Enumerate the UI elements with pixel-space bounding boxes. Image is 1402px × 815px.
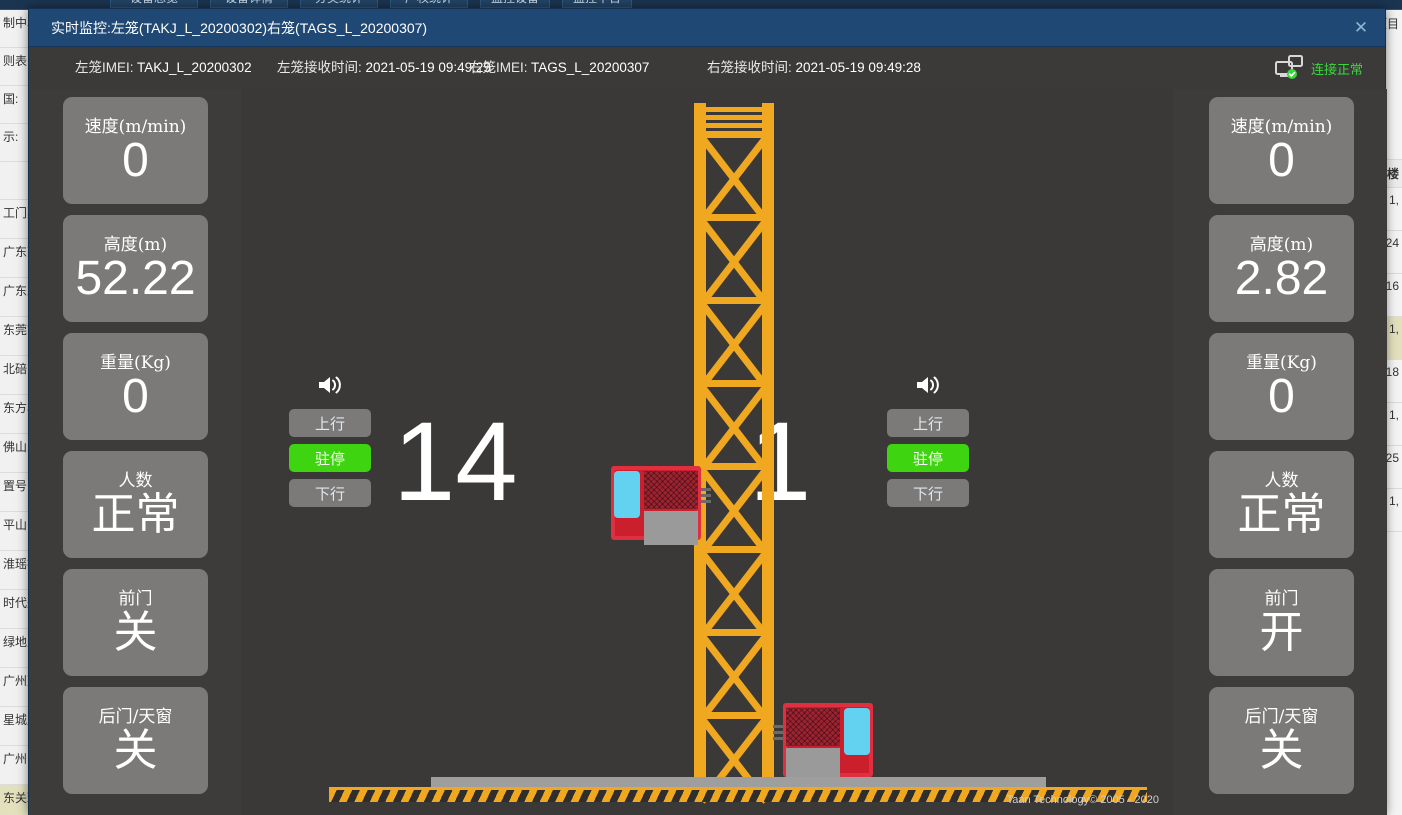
- cage-window: [614, 471, 640, 518]
- right-down-button[interactable]: 下行: [887, 479, 969, 507]
- left-rear-door-card: 后门/天窗 关: [63, 687, 208, 794]
- left-people-card: 人数 正常: [63, 451, 208, 558]
- card-value: 0: [122, 369, 149, 423]
- background-tab-1[interactable]: 设备详情: [210, 0, 288, 8]
- right-height-card: 高度(m) 2.82: [1209, 215, 1354, 322]
- card-label: 前门: [118, 588, 153, 609]
- card-value: 关: [113, 724, 158, 776]
- left-weight-card: 重量(Kg) 0: [63, 333, 208, 440]
- mast-cap-bar: [700, 115, 768, 120]
- close-icon[interactable]: ✕: [1351, 18, 1371, 38]
- card-label: 后门/天窗: [1244, 706, 1319, 727]
- left-cage-car: [611, 466, 711, 545]
- mast-cap-bar: [700, 123, 768, 128]
- mast-cap-bar: [700, 107, 768, 112]
- monitor-stage: 速度(m/min) 0 高度(m) 52.22 重量(Kg) 0 人数 正常 前…: [29, 89, 1387, 815]
- left-cage-panel: 速度(m/min) 0 高度(m) 52.22 重量(Kg) 0 人数 正常 前…: [29, 89, 241, 815]
- mast-rung: [702, 629, 766, 636]
- right-cage-controls: 上行 驻停 下行: [887, 372, 969, 507]
- card-value: 正常: [1237, 488, 1326, 540]
- cage-visualization: 上行 驻停 下行 14 上行 驻停 下行 1 Taan Technology© …: [241, 89, 1173, 815]
- card-label: 人数: [1264, 470, 1299, 491]
- left-time-group: 左笼接收时间: 2021-05-19 09:49:29: [277, 47, 491, 89]
- dialog-title: 实时监控:左笼(TAKJ_L_20200302)右笼(TAGS_L_202003…: [51, 20, 428, 36]
- right-park-button[interactable]: 驻停: [887, 444, 969, 472]
- background-tab-5[interactable]: 监控平台: [562, 0, 632, 8]
- card-value: 正常: [91, 488, 180, 540]
- mast-rung: [702, 214, 766, 221]
- right-cage-panel: 速度(m/min) 0 高度(m) 2.82 重量(Kg) 0 人数 正常 前门…: [1175, 89, 1387, 815]
- background-tab-2[interactable]: 分类统计: [300, 0, 378, 8]
- connection-status-text: 连接正常: [1310, 61, 1363, 77]
- card-label: 人数: [118, 470, 153, 491]
- right-people-card: 人数 正常: [1209, 451, 1354, 558]
- mast-rung: [702, 380, 766, 387]
- mast-rung: [702, 131, 766, 138]
- left-front-door-card: 前门 关: [63, 569, 208, 676]
- left-cage-controls: 上行 驻停 下行: [289, 372, 371, 507]
- background-tab-4[interactable]: 监控设备: [480, 0, 550, 8]
- cage-rack-ties: [773, 725, 783, 743]
- left-time-label: 左笼接收时间:: [277, 60, 362, 75]
- monitor-connection-icon: [1274, 54, 1305, 83]
- left-height-card: 高度(m) 52.22: [63, 215, 208, 322]
- speaker-icon[interactable]: [289, 372, 371, 402]
- left-imei-group: 左笼IMEI: TAKJ_L_20200302: [75, 47, 252, 89]
- device-info-bar: 左笼IMEI: TAKJ_L_20200302 左笼接收时间: 2021-05-…: [29, 47, 1385, 89]
- left-down-button[interactable]: 下行: [289, 479, 371, 507]
- card-label: 前门: [1264, 588, 1299, 609]
- right-imei-value: TAGS_L_20200307: [531, 60, 650, 75]
- right-cage-car: [773, 703, 873, 782]
- cage-panel: [644, 511, 698, 545]
- card-value: 52.22: [75, 251, 196, 305]
- cage-window: [844, 708, 870, 755]
- left-floor-number: 14: [393, 399, 518, 524]
- card-value: 关: [113, 606, 158, 658]
- connection-status: 连接正常: [1274, 47, 1363, 89]
- left-imei-label: 左笼IMEI:: [75, 60, 134, 75]
- right-imei-group: 右笼IMEI: TAGS_L_20200307: [469, 47, 649, 89]
- right-time-value: 2021-05-19 09:49:28: [795, 60, 921, 75]
- card-value: 0: [1268, 369, 1295, 423]
- copyright-text: Taan Technology© 2005 - 2020: [1006, 794, 1159, 806]
- left-imei-value: TAKJ_L_20200302: [137, 60, 252, 75]
- right-imei-label: 右笼IMEI:: [469, 60, 528, 75]
- card-value: 0: [1268, 133, 1295, 187]
- cage-rack-ties: [701, 488, 711, 506]
- right-weight-card: 重量(Kg) 0: [1209, 333, 1354, 440]
- left-up-button[interactable]: 上行: [289, 409, 371, 437]
- right-rear-door-card: 后门/天窗 关: [1209, 687, 1354, 794]
- right-time-label: 右笼接收时间:: [707, 60, 792, 75]
- speaker-icon[interactable]: [887, 372, 969, 402]
- mast-leg-right: [762, 103, 774, 797]
- mast-rung: [702, 297, 766, 304]
- right-speed-card: 速度(m/min) 0: [1209, 97, 1354, 204]
- mast-rung: [702, 546, 766, 553]
- card-value: 0: [122, 133, 149, 187]
- background-tab-0[interactable]: 设备总览: [110, 0, 198, 8]
- mast-leg-left: [694, 103, 706, 797]
- mast-tower: [694, 103, 774, 804]
- right-front-door-card: 前门 开: [1209, 569, 1354, 676]
- cage-mesh: [786, 708, 840, 746]
- left-park-button[interactable]: 驻停: [289, 444, 371, 472]
- right-up-button[interactable]: 上行: [887, 409, 969, 437]
- card-label: 后门/天窗: [98, 706, 173, 727]
- card-value: 开: [1259, 606, 1304, 658]
- right-time-group: 右笼接收时间: 2021-05-19 09:49:28: [707, 47, 921, 89]
- left-speed-card: 速度(m/min) 0: [63, 97, 208, 204]
- dialog-title-bar: 实时监控:左笼(TAKJ_L_20200302)右笼(TAGS_L_202003…: [29, 9, 1385, 47]
- mast-rung: [702, 463, 766, 470]
- card-value: 2.82: [1234, 251, 1329, 305]
- background-tab-3[interactable]: 产权统计: [390, 0, 468, 8]
- realtime-monitor-dialog: 实时监控:左笼(TAKJ_L_20200302)右笼(TAGS_L_202003…: [28, 8, 1387, 815]
- card-value: 关: [1259, 724, 1304, 776]
- cage-mesh: [644, 471, 698, 509]
- mast-rung: [702, 712, 766, 719]
